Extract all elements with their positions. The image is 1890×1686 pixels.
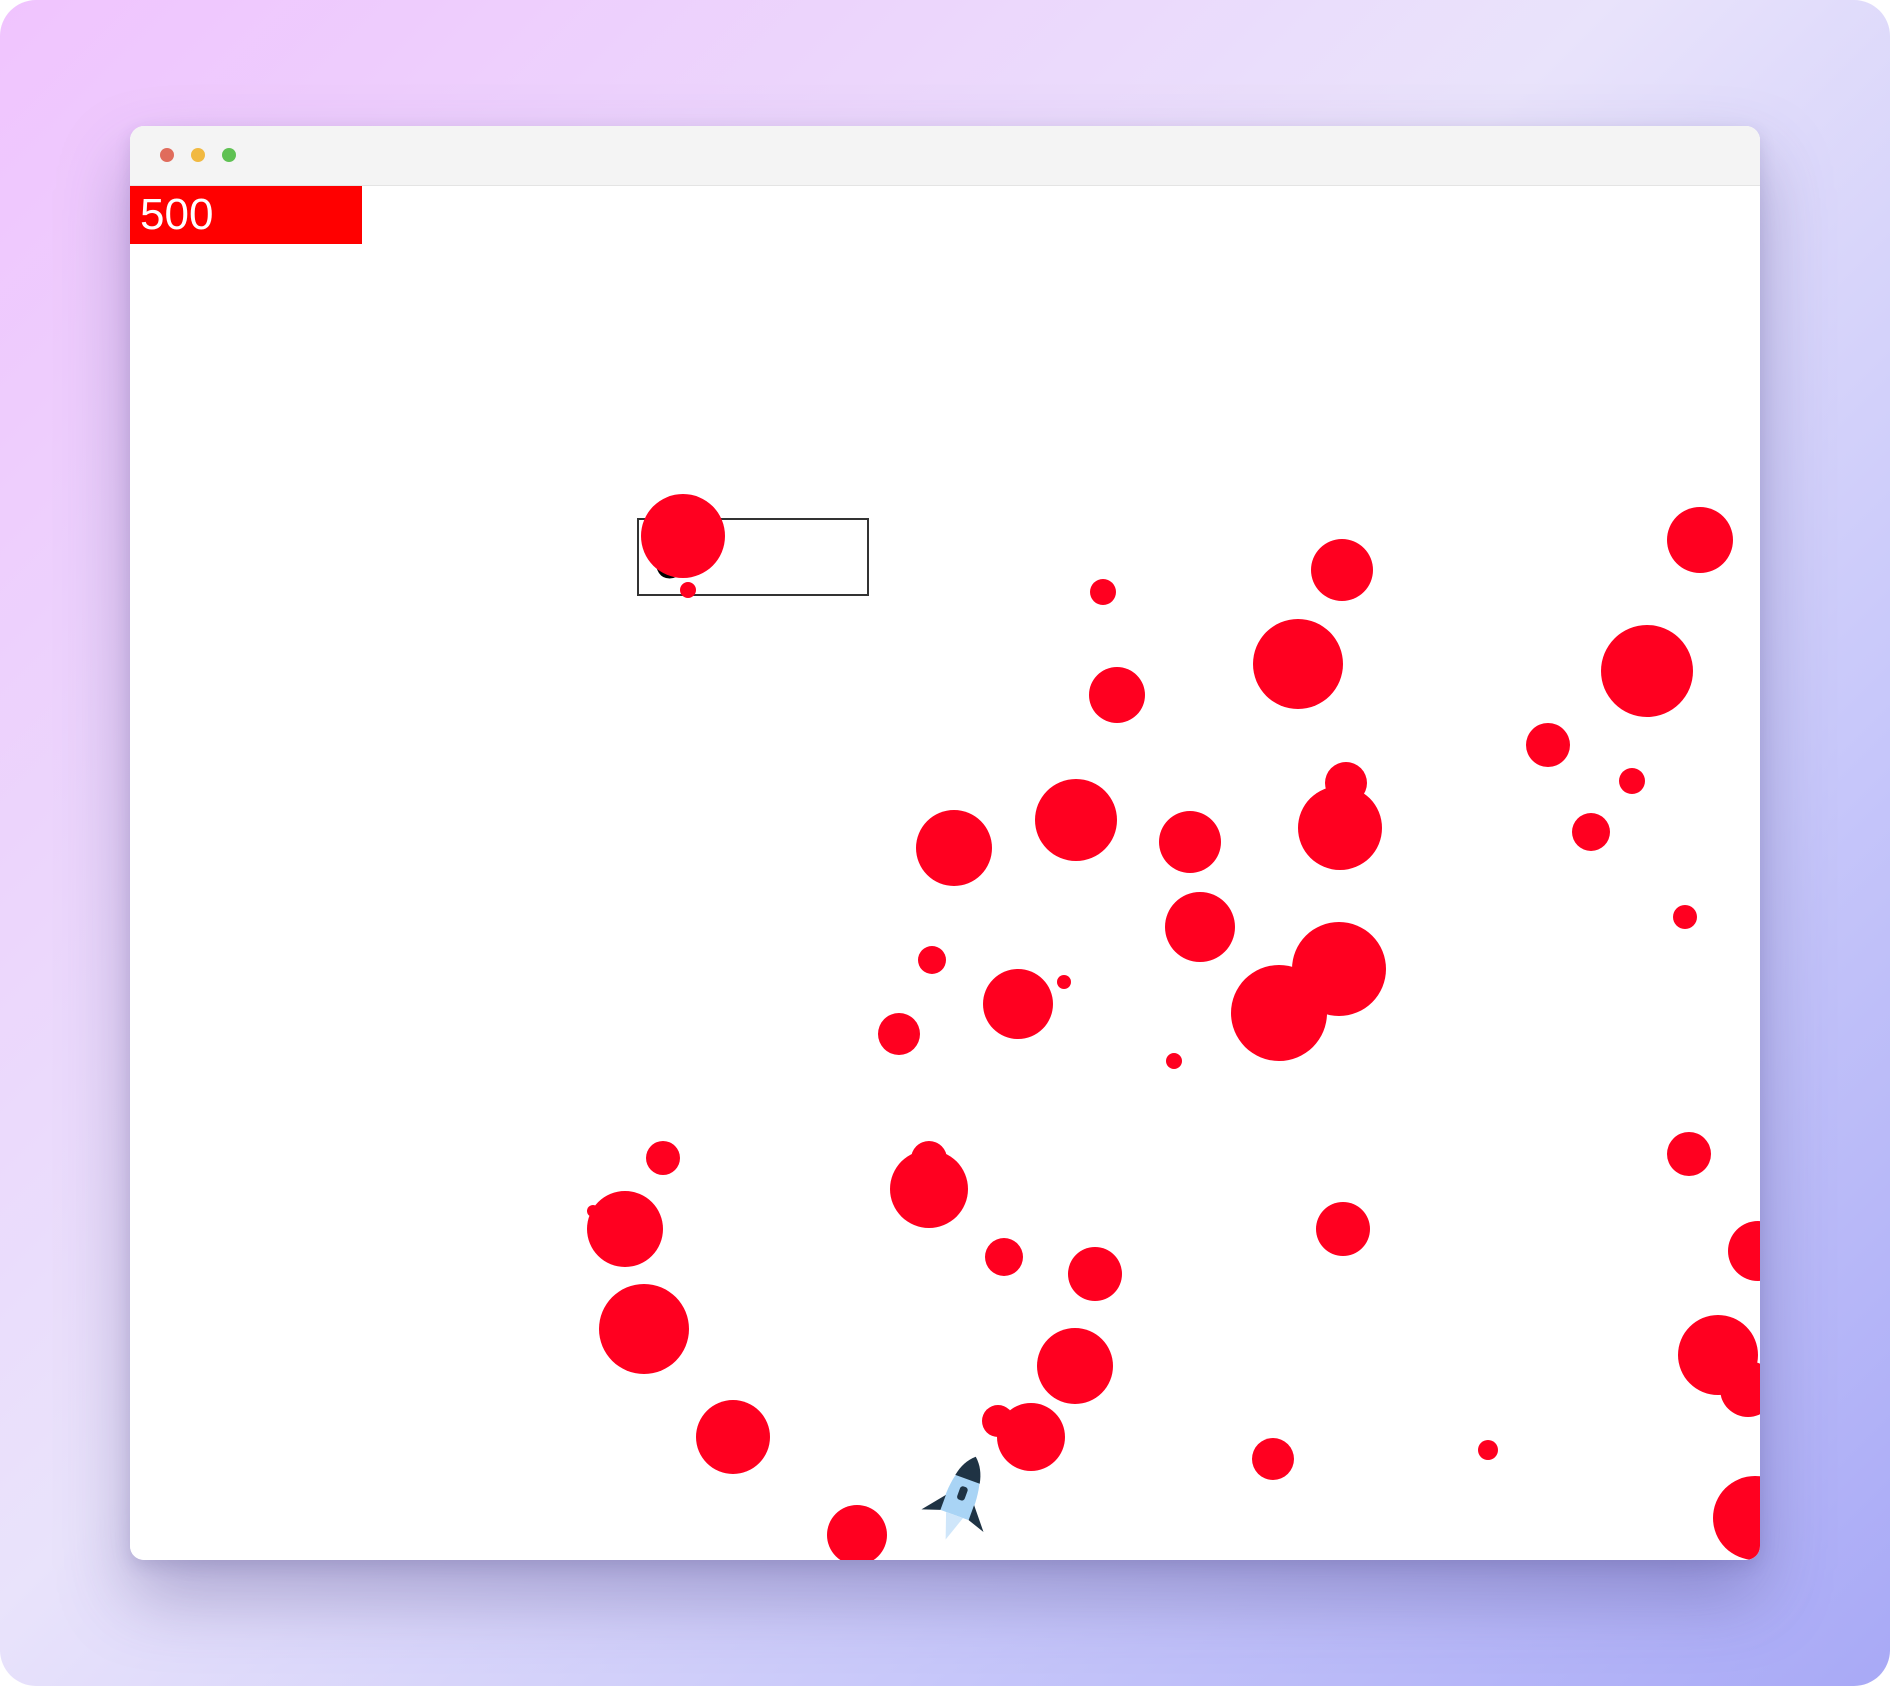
red-ball (1166, 1053, 1182, 1069)
red-ball (1057, 975, 1071, 989)
red-ball (696, 1400, 770, 1474)
red-ball (1526, 723, 1570, 767)
red-ball (878, 1013, 920, 1055)
red-ball (1667, 507, 1733, 573)
red-ball (1728, 1221, 1760, 1281)
red-ball (1298, 786, 1382, 870)
red-ball (985, 1238, 1023, 1276)
maximize-window-icon[interactable] (222, 148, 236, 162)
red-ball (1619, 768, 1645, 794)
red-ball (587, 1191, 663, 1267)
game-canvas[interactable]: 500 0 (130, 186, 1760, 1560)
red-ball (918, 946, 946, 974)
red-ball (827, 1505, 887, 1560)
red-ball (1159, 811, 1221, 873)
red-ball (1089, 667, 1145, 723)
red-ball (890, 1150, 968, 1228)
red-ball (1068, 1247, 1122, 1301)
red-ball (983, 969, 1053, 1039)
red-ball (1478, 1440, 1498, 1460)
red-ball (1035, 779, 1117, 861)
window-titlebar (130, 126, 1760, 186)
game-window: 500 0 (130, 126, 1760, 1560)
rocket-icon[interactable] (915, 1450, 1005, 1550)
red-ball (646, 1141, 680, 1175)
red-ball (599, 1284, 689, 1374)
red-ball (1252, 1438, 1294, 1480)
red-ball (1713, 1476, 1760, 1560)
red-ball (1037, 1328, 1113, 1404)
red-ball (1572, 813, 1610, 851)
red-ball (1667, 1132, 1711, 1176)
red-ball (680, 582, 696, 598)
red-ball (916, 810, 992, 886)
red-ball (641, 494, 725, 578)
red-ball (997, 1403, 1065, 1471)
red-ball (1165, 892, 1235, 962)
red-ball (1090, 579, 1116, 605)
minimize-window-icon[interactable] (191, 148, 205, 162)
red-ball (1311, 539, 1373, 601)
red-ball (1673, 905, 1697, 929)
red-ball (1601, 625, 1693, 717)
rocket-body (940, 1456, 980, 1521)
rocket-fin-left (921, 1494, 946, 1510)
balls-layer (587, 494, 1760, 1560)
red-ball (1231, 965, 1327, 1061)
red-ball (1253, 619, 1343, 709)
close-window-icon[interactable] (160, 148, 174, 162)
red-ball (1316, 1202, 1370, 1256)
